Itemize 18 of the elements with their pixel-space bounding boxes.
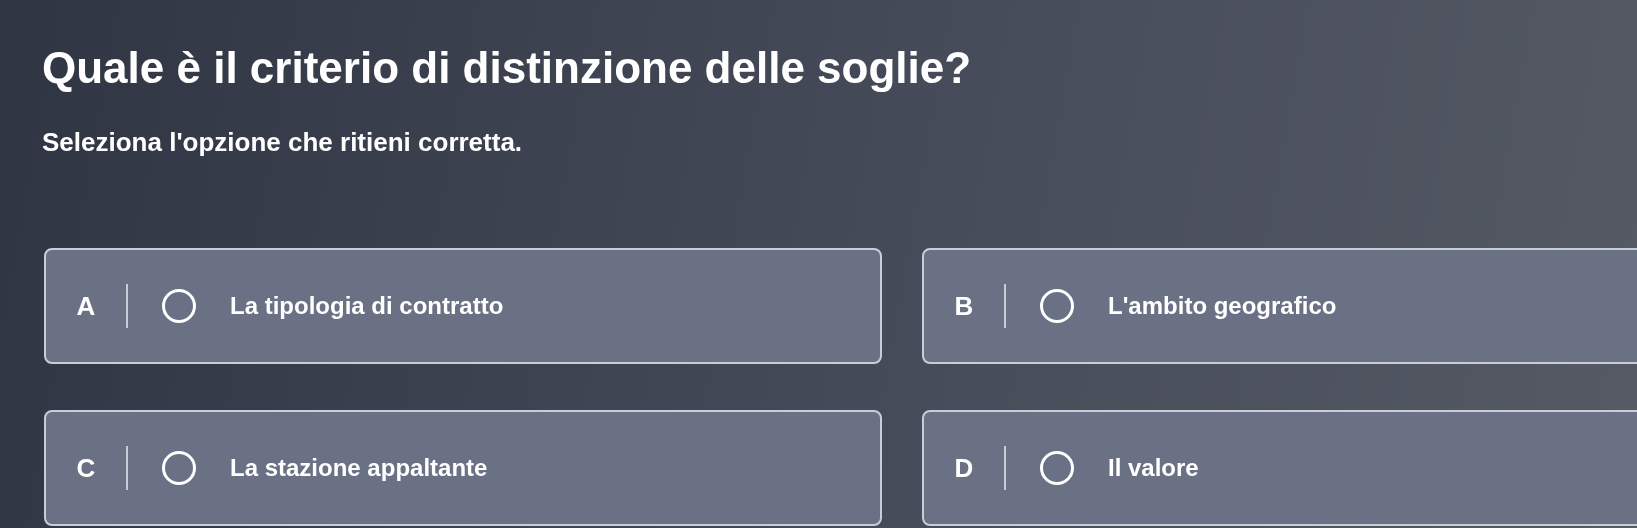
answer-option[interactable]: A La tipologia di contratto [44, 248, 882, 364]
option-label: La stazione appaltante [230, 453, 488, 483]
instruction-text: Seleziona l'opzione che ritieni corretta. [42, 126, 523, 159]
answer-option[interactable]: C La stazione appaltante [44, 410, 882, 526]
answer-option[interactable]: D Il valore [922, 410, 1637, 526]
radio-button[interactable] [162, 289, 196, 323]
option-letter: A [75, 289, 97, 323]
question-title: Quale è il criterio di distinzione delle soglie? [42, 42, 972, 94]
option-letter: C [75, 451, 97, 485]
answer-option[interactable]: B L'ambito geografico [922, 248, 1637, 364]
option-letter: D [953, 451, 975, 485]
radio-button[interactable] [1040, 289, 1074, 323]
radio-button[interactable] [162, 451, 196, 485]
radio-button[interactable] [1040, 451, 1074, 485]
option-label: La tipologia di contratto [230, 291, 504, 321]
option-label: Il valore [1108, 453, 1199, 483]
option-letter: B [953, 289, 975, 323]
option-label: L'ambito geografico [1108, 291, 1337, 321]
